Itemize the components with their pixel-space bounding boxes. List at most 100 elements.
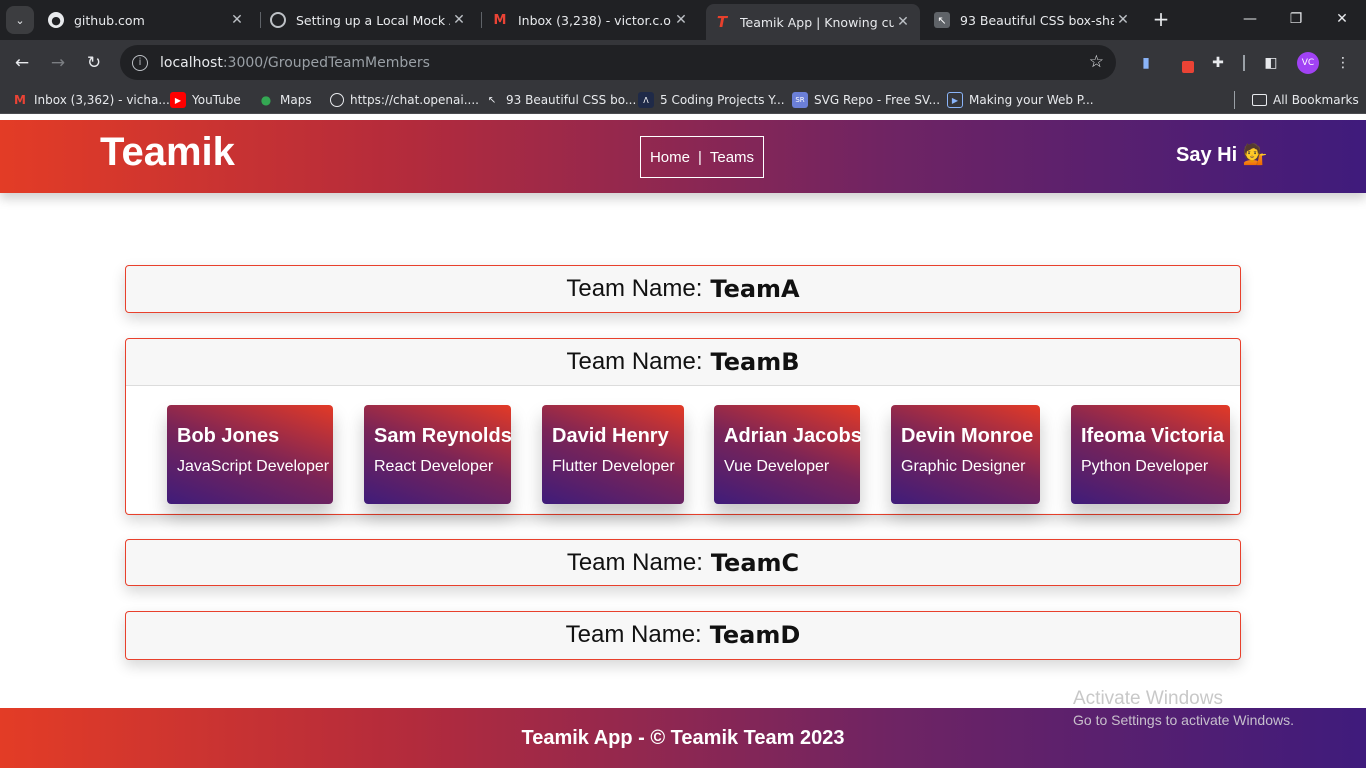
tab-title: Inbox (3,238) - victor.c.okoye (518, 12, 672, 28)
svgrepo-icon: SR (792, 92, 808, 108)
team-header[interactable]: Team Name: TeamD (126, 612, 1240, 658)
bookmark-label: All Bookmarks (1273, 93, 1359, 107)
side-panel-icon[interactable]: ◧ (1260, 52, 1282, 74)
page-viewport: Teamik Home | Teams Say Hi 💁 Team Name: … (0, 120, 1366, 768)
extension-docs-icon[interactable]: ▮ (1135, 52, 1157, 74)
profile-avatar[interactable]: VC (1297, 52, 1319, 74)
bookmark-label: YouTube (192, 93, 241, 107)
menu-kebab-icon[interactable]: ⋮ (1332, 52, 1354, 74)
gmail-icon: M (14, 93, 26, 107)
minimize-button[interactable]: — (1238, 8, 1262, 30)
member-role: React Developer (374, 458, 494, 475)
member-role: Flutter Developer (552, 458, 675, 475)
team-card-a[interactable]: Team Name: TeamA (125, 265, 1241, 313)
chevron-down-icon: ⌄ (15, 13, 25, 27)
reload-button[interactable]: ↻ (81, 50, 107, 76)
url-path: :3000/GroupedTeamMembers (222, 54, 430, 71)
extensions-puzzle-icon[interactable]: ✚ (1207, 52, 1229, 74)
code-icon: Λ (638, 92, 654, 108)
member-card[interactable]: Adrian Jacobs Vue Developer (714, 405, 862, 504)
member-role: JavaScript Developer (177, 458, 330, 475)
openai-icon (330, 93, 344, 107)
all-bookmarks-button[interactable]: All Bookmarks (1252, 91, 1359, 109)
team-card-b[interactable]: Team Name: TeamB Bob Jones JavaScript De… (125, 338, 1241, 515)
member-name: David Henry (552, 425, 669, 447)
member-role: Python Developer (1081, 458, 1209, 475)
app-header: Teamik Home | Teams Say Hi 💁 (0, 120, 1366, 193)
close-icon[interactable]: ✕ (228, 12, 246, 28)
bookmark-coding-projects[interactable]: Λ 5 Coding Projects Y... (638, 91, 785, 109)
member-name: Devin Monroe (901, 425, 1034, 447)
tab-title: Setting up a Local Mock API (296, 12, 450, 28)
close-icon[interactable]: ✕ (894, 14, 912, 30)
bookmark-label: Making your Web P... (969, 93, 1094, 107)
say-hi-greeting: Say Hi 💁 (1176, 144, 1268, 166)
team-name: TeamD (709, 621, 801, 649)
toolbar-divider (1243, 55, 1245, 71)
tab-teamik[interactable]: T Teamik App | Knowing curre ✕ (706, 4, 920, 40)
close-icon[interactable]: ✕ (1114, 12, 1132, 28)
bookmark-label: SVG Repo - Free SV... (814, 93, 941, 107)
member-card[interactable]: Ifeoma Victoria Python Developer (1071, 405, 1230, 504)
back-button[interactable]: ← (9, 50, 35, 76)
bookmark-openai[interactable]: https://chat.openai.... (330, 91, 479, 109)
maps-icon: ● (260, 93, 272, 107)
bookmark-inbox[interactable]: M Inbox (3,362) - vicha... (12, 91, 170, 109)
nav-teams-link[interactable]: Teams (710, 149, 754, 166)
bookmark-svg-repo[interactable]: SR SVG Repo - Free SV... (792, 91, 940, 109)
bookmark-label: https://chat.openai.... (350, 93, 479, 107)
team-members-list: Bob Jones JavaScript Developer Sam Reyno… (126, 385, 1240, 513)
member-name: Ifeoma Victoria (1081, 425, 1225, 447)
address-bar[interactable]: i localhost:3000/GroupedTeamMembers ☆ (120, 45, 1116, 80)
bookmark-star-icon[interactable]: ☆ (1089, 52, 1104, 72)
forward-button[interactable]: → (45, 50, 71, 76)
team-card-c[interactable]: Team Name: TeamC (125, 539, 1241, 586)
brand-logo[interactable]: Teamik (100, 130, 235, 175)
tab-divider (260, 12, 261, 28)
member-name: Adrian Jacobs (724, 425, 862, 447)
bookmark-maps[interactable]: ● Maps (258, 91, 312, 109)
tab-search-button[interactable]: ⌄ (6, 6, 34, 34)
member-card[interactable]: Devin Monroe Graphic Designer (891, 405, 1040, 504)
tab-css-shadows[interactable]: ↖ 93 Beautiful CSS box-shadow ✕ (926, 6, 1140, 34)
bookmark-label: 93 Beautiful CSS bo... (506, 93, 637, 107)
team-name-label: Team Name: (566, 549, 703, 576)
bookmark-page-icon: ▶ (947, 92, 963, 108)
new-tab-button[interactable]: + (1150, 7, 1172, 31)
bookmark-web-performance[interactable]: ▶ Making your Web P... (947, 91, 1094, 109)
url-host: localhost (160, 54, 223, 71)
team-name-label: Team Name: (566, 348, 703, 375)
site-info-icon[interactable]: i (132, 54, 148, 71)
team-header[interactable]: Team Name: TeamA (126, 266, 1240, 312)
watermark-subtitle: Go to Settings to activate Windows. (1073, 712, 1294, 728)
cursor-icon: ↖ (934, 12, 950, 28)
cursor-icon: ↖ (487, 94, 497, 106)
team-name: TeamC (710, 549, 800, 577)
tab-github[interactable]: ● github.com ✕ (40, 6, 254, 34)
teamik-icon: T (716, 13, 728, 31)
tab-inbox[interactable]: M Inbox (3,238) - victor.c.okoye ✕ (484, 6, 698, 34)
restore-button[interactable]: ❐ (1284, 8, 1308, 30)
bookmark-youtube[interactable]: ▶ YouTube (170, 91, 241, 109)
close-icon[interactable]: ✕ (672, 12, 690, 28)
reload-icon: ↻ (86, 53, 102, 73)
window-close-button[interactable]: ✕ (1330, 8, 1354, 30)
main-nav: Home | Teams (640, 136, 764, 178)
member-card[interactable]: Bob Jones JavaScript Developer (167, 405, 333, 504)
footer-text: Teamik App - © Teamik Team 2023 (521, 726, 845, 749)
team-header[interactable]: Team Name: TeamC (126, 540, 1240, 586)
nav-separator: | (697, 148, 702, 166)
gmail-icon: M (493, 12, 507, 28)
team-card-d[interactable]: Team Name: TeamD (125, 611, 1241, 660)
browser-toolbar: ← → ↻ i localhost:3000/GroupedTeamMember… (0, 40, 1366, 86)
member-card[interactable]: David Henry Flutter Developer (542, 405, 684, 504)
bookmark-label: 5 Coding Projects Y... (660, 93, 785, 107)
close-icon[interactable]: ✕ (450, 12, 468, 28)
bookmarks-bar: M Inbox (3,362) - vicha... ▶ YouTube ● Maps… (0, 86, 1366, 114)
nav-home-link[interactable]: Home (650, 149, 690, 166)
tab-mock-api[interactable]: Setting up a Local Mock API ✕ (262, 6, 476, 34)
team-header[interactable]: Team Name: TeamB (126, 339, 1240, 385)
bookmark-css-shadows[interactable]: ↖ 93 Beautiful CSS bo... (484, 91, 637, 109)
member-card[interactable]: Sam Reynolds React Developer (364, 405, 512, 504)
extension-shortcut-icon[interactable] (1173, 52, 1195, 74)
